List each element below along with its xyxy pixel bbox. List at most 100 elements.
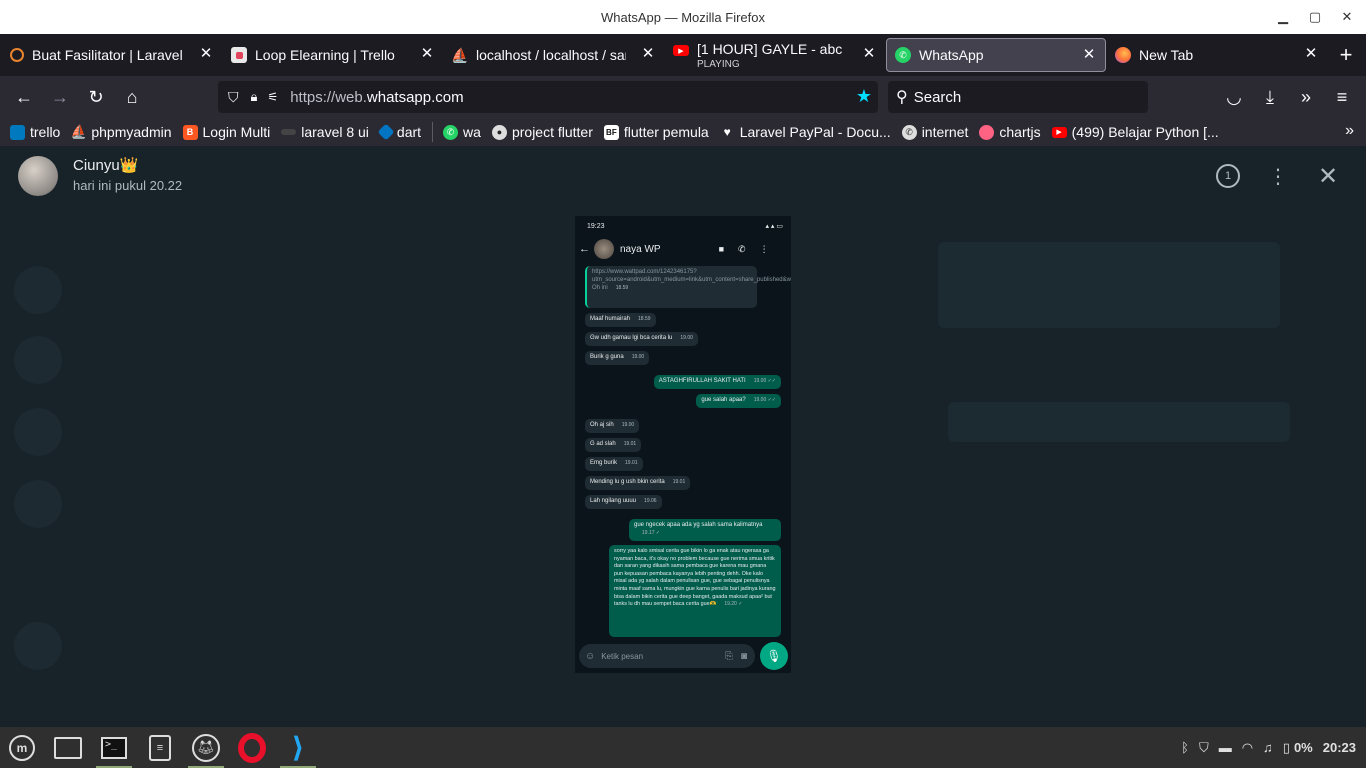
bookmark-separator — [432, 122, 434, 142]
close-icon[interactable]: ✕ — [1316, 163, 1340, 190]
close-tab-icon[interactable]: ✕ — [1303, 46, 1319, 62]
close-tab-icon[interactable]: ✕ — [1081, 47, 1097, 63]
tab-phpmyadmin[interactable]: ⛵ localhost / localhost / sama ✕ — [444, 38, 664, 72]
bookmark-internet[interactable]: ✆ internet — [901, 124, 968, 140]
files-icon[interactable] — [46, 727, 90, 768]
system-tray: ᛒ ⛉ ▬ ◠ ♫ ▯ 0% 20:23 — [1171, 727, 1356, 768]
wifi-icon[interactable]: ◠ — [1242, 740, 1253, 756]
bookmark-flutter-pemula[interactable]: BF flutter pemula — [603, 124, 709, 140]
window-title: WhatsApp — Mozilla Firefox — [601, 9, 765, 25]
status-author-name[interactable]: Ciunyu👑 — [73, 156, 138, 174]
bookmark-phpmyadmin[interactable]: ⛵ phpmyadmin — [71, 124, 172, 140]
music-icon[interactable]: ♫ — [1263, 740, 1273, 755]
search-placeholder: Search — [913, 88, 962, 106]
downloads-icon[interactable]: ⤓ — [1252, 81, 1288, 113]
bookmark-belajar-python[interactable]: ▶ (499) Belajar Python [... — [1051, 124, 1219, 140]
tab-label: WhatsApp — [919, 47, 984, 63]
back-arrow-icon: ← — [579, 243, 590, 255]
voice-call-icon: ✆ — [738, 243, 746, 254]
tab-label: Buat Fasilitator | Laravel — [32, 47, 182, 63]
phone-message-input: ☺ Ketik pesan ⎘ ◙ — [579, 644, 755, 668]
chat-message: Burik g guna 19.00 — [585, 351, 650, 365]
taskbar: m >_ ≡ 🦊︎ ⟩ ᛒ ⛉ ▬ ◠ ♫ ▯ 0% 20:23 — [0, 727, 1366, 768]
permissions-icon[interactable]: ⚟ — [267, 90, 278, 104]
close-window-icon[interactable]: ✕ — [1332, 0, 1362, 34]
bookmark-star-icon[interactable]: ★ — [856, 86, 872, 107]
tab-label: Loop Elearning | Trello — [255, 47, 395, 63]
extensions-overflow-icon[interactable]: » — [1288, 81, 1324, 113]
lock-icon[interactable]: 🔒︎ — [251, 89, 258, 105]
chat-message: gue salah apaa? 19.00 ✓✓ — [696, 394, 781, 408]
youtube-icon: ▶ — [1051, 126, 1067, 138]
buildwithangga-icon: BF — [603, 124, 619, 140]
contact-avatar — [594, 239, 614, 259]
tab-whatsapp[interactable]: ✆ WhatsApp ✕ — [886, 38, 1106, 72]
vscode-icon[interactable]: ⟩ — [276, 727, 320, 768]
reload-icon[interactable]: ↻ — [78, 81, 114, 113]
clock[interactable]: 20:23 — [1323, 740, 1356, 755]
opera-icon[interactable] — [230, 727, 274, 768]
background-avatar — [14, 480, 62, 528]
bookmark-trello[interactable]: trello — [10, 124, 60, 140]
update-shield-icon[interactable]: ⛉ — [1199, 740, 1209, 756]
search-input[interactable]: ⚲ Search — [888, 81, 1148, 113]
keyboard-icon[interactable]: ▬ — [1219, 740, 1232, 755]
tab-label: [1 HOUR] GAYLE - abcdefu ( — [697, 41, 842, 57]
tab-newtab[interactable]: New Tab ✕ — [1107, 38, 1327, 72]
forward-icon[interactable]: → — [42, 81, 78, 113]
firefox-icon[interactable]: 🦊︎ — [184, 727, 228, 768]
bookmark-login-multi[interactable]: B Login Multi — [182, 124, 270, 140]
more-options-icon[interactable]: ⋮ — [1266, 164, 1290, 188]
tab-trello[interactable]: Loop Elearning | Trello ✕ — [223, 38, 443, 72]
battery-percent: 0% — [1293, 740, 1313, 755]
chat-message: gue ngecek apaa ada yg salah sama kalima… — [629, 519, 781, 541]
bookmark-dart[interactable]: dart — [377, 123, 421, 141]
camera-icon: ◙ — [740, 650, 747, 662]
phone-chat-area: https://www.wattpad.com/1242346175?utm_s… — [575, 266, 791, 646]
bookmark-laravel-8-ui[interactable]: laravel 8 ui — [281, 124, 369, 140]
bookmark-project-flutter[interactable]: ● project flutter — [491, 124, 593, 140]
laravel-icon — [281, 129, 297, 135]
bookmark-laravel-paypal[interactable]: ♥ Laravel PayPal - Docu... — [720, 124, 891, 140]
background-avatar — [14, 622, 62, 670]
chat-message: Emg burik 19.01 — [585, 457, 643, 471]
bookmark-chartjs[interactable]: chartjs — [979, 124, 1041, 140]
terminal-icon[interactable]: >_ — [92, 727, 136, 768]
bluetooth-icon[interactable]: ᛒ — [1181, 740, 1189, 755]
text-editor-icon[interactable]: ≡ — [138, 727, 182, 768]
close-tab-icon[interactable]: ✕ — [640, 46, 656, 62]
new-tab-button[interactable]: + — [1328, 38, 1364, 72]
close-tab-icon[interactable]: ✕ — [861, 46, 877, 62]
phone-chat-header: ← naya WP ■ ✆ ⋮ — [575, 236, 791, 262]
url-bar[interactable]: ⛉ 🔒︎ ⚟ https://web.whatsapp.com ★ — [218, 81, 878, 113]
background-avatar — [14, 336, 62, 384]
shield-icon[interactable]: ⛉ — [228, 89, 239, 106]
bookmark-wa[interactable]: ✆ wa — [443, 124, 481, 140]
phone-menu-icon: ⋮ — [759, 243, 769, 254]
maximize-icon[interactable]: ▢ — [1300, 0, 1330, 34]
chat-message: Oh aj sih 19.00 — [585, 419, 640, 433]
url-text[interactable]: https://web.whatsapp.com — [290, 89, 463, 106]
contact-name: naya WP — [620, 243, 661, 255]
chat-message: Lah ngilang uuuu 19.06 — [585, 495, 662, 509]
battery-icon[interactable]: ▯ — [1283, 740, 1290, 756]
close-tab-icon[interactable]: ✕ — [198, 46, 214, 62]
bookmarks-overflow-icon[interactable]: » — [1345, 122, 1354, 140]
menu-icon[interactable]: ≡ — [1324, 81, 1360, 113]
pocket-icon[interactable]: ◡ — [1216, 81, 1252, 113]
tab-laravel[interactable]: Buat Fasilitator | Laravel ✕ — [2, 38, 222, 72]
chat-message: Mending lu g ush bkin cerita 19.01 — [585, 476, 691, 490]
minimize-icon[interactable]: ▁ — [1268, 0, 1298, 34]
mint-menu-icon[interactable]: m — [0, 727, 44, 768]
view-once-icon[interactable]: 1 — [1216, 164, 1240, 188]
chat-message: sorry yaa kalo smisal cerita gue bikin l… — [609, 545, 781, 637]
avatar[interactable] — [18, 156, 58, 196]
close-tab-icon[interactable]: ✕ — [419, 46, 435, 62]
tab-youtube[interactable]: ▶ [1 HOUR] GAYLE - abcdefu ( PLAYING ✕ — [665, 38, 885, 72]
back-icon[interactable]: ← — [6, 81, 42, 113]
home-icon[interactable]: ⌂ — [114, 81, 150, 113]
laravel-icon — [10, 48, 24, 62]
status-header: Ciunyu👑 hari ini pukul 20.22 1 ⋮ ✕ — [0, 146, 1366, 206]
trello-icon — [10, 124, 25, 140]
chat-message: G ad slah 19.01 — [585, 438, 642, 452]
